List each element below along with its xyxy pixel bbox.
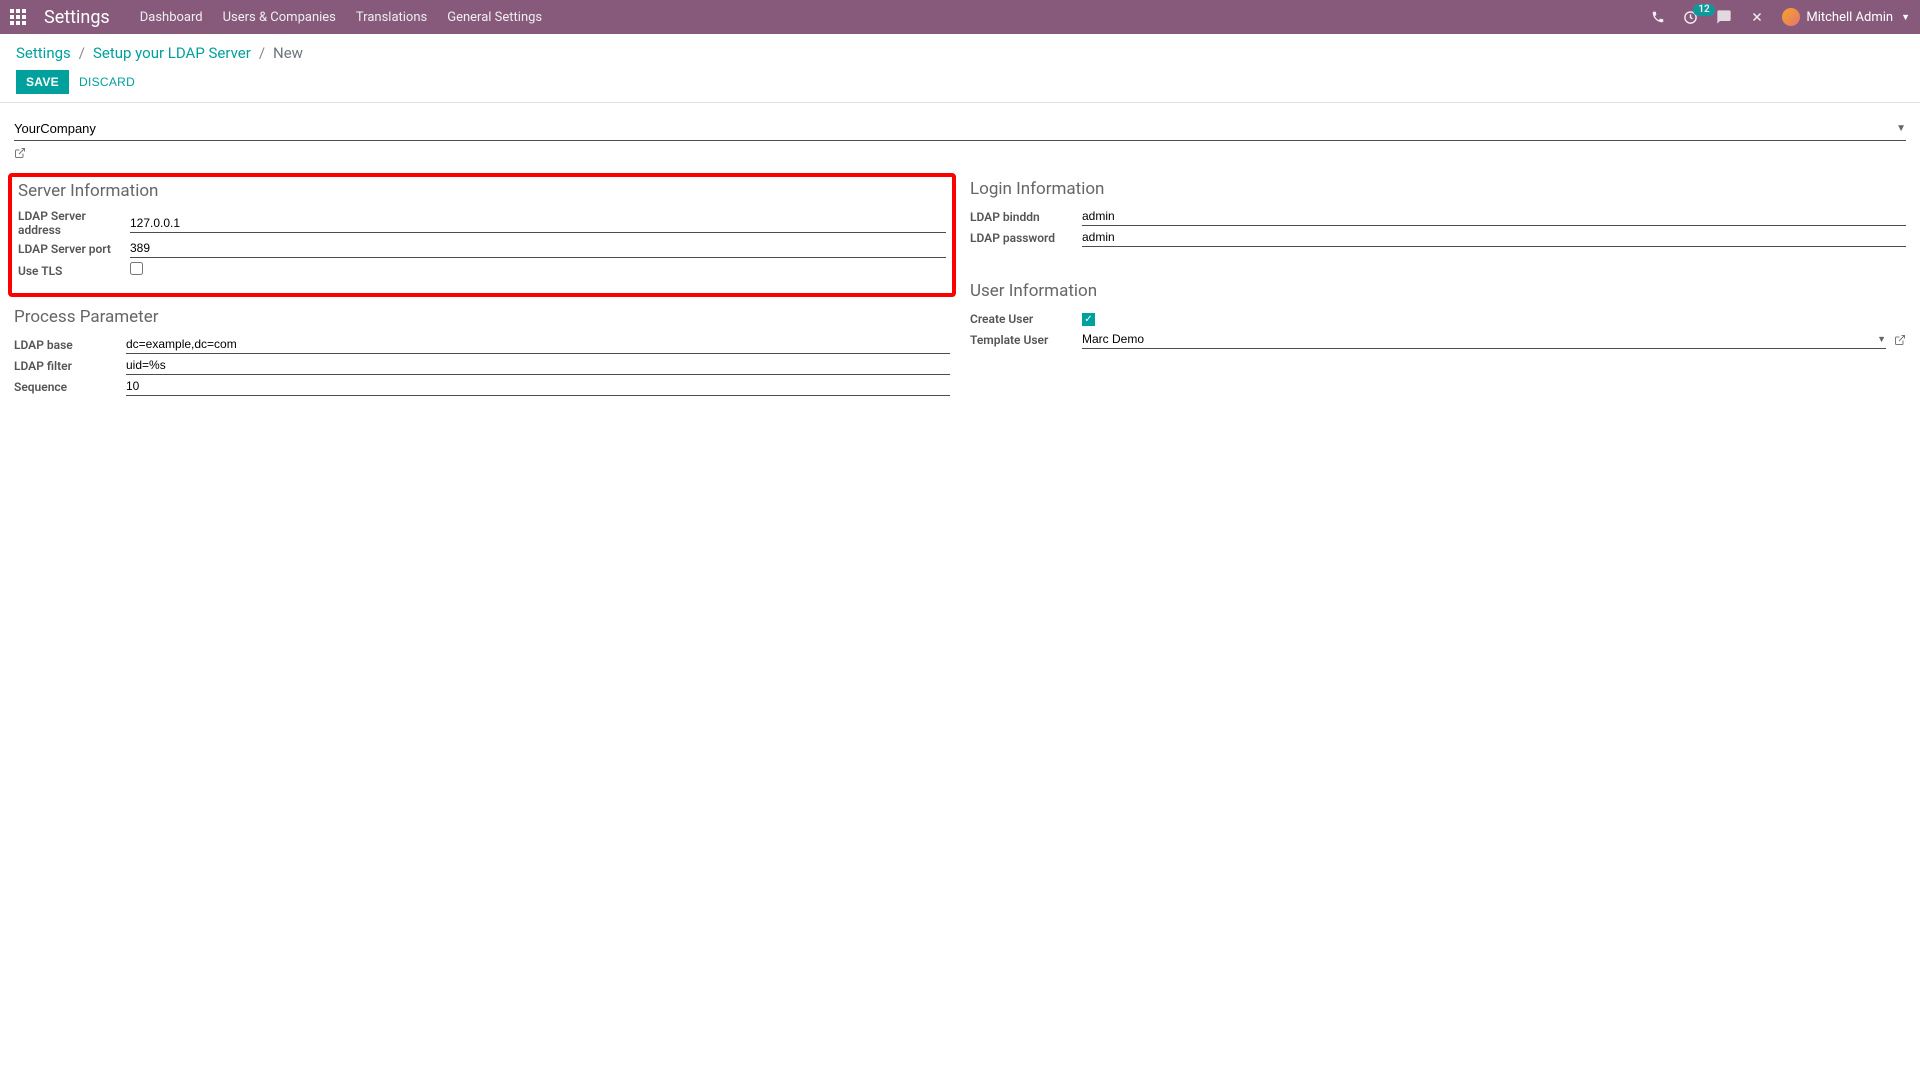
ldap-filter-input[interactable] [126, 358, 950, 372]
navbar-menu: Dashboard Users & Companies Translations… [140, 10, 1652, 25]
ldap-base-label: LDAP base [14, 338, 126, 352]
discard-button[interactable]: DISCARD [79, 75, 135, 89]
ldap-server-address-input[interactable] [130, 216, 946, 230]
control-bar: Settings / Setup your LDAP Server / New … [0, 34, 1920, 103]
ldap-password-input[interactable] [1082, 230, 1906, 244]
process-param-title: Process Parameter [14, 307, 950, 327]
form-sheet: ▼ Server Information LDAP Server address… [0, 103, 1920, 418]
company-field[interactable]: ▼ [14, 117, 1906, 141]
template-user-row: Template User ▼ [970, 330, 1906, 349]
create-user-label: Create User [970, 312, 1082, 326]
breadcrumb-separator: / [259, 44, 265, 62]
ldap-filter-label: LDAP filter [14, 359, 126, 373]
activity-badge: 12 [1693, 4, 1714, 16]
right-column: Login Information LDAP binddn LDAP passw… [970, 177, 1906, 398]
menu-translations[interactable]: Translations [356, 10, 427, 25]
ldap-server-address-label: LDAP Server address [18, 209, 130, 237]
apps-icon[interactable] [10, 9, 26, 25]
chevron-down-icon: ▼ [1901, 12, 1910, 23]
breadcrumb-settings[interactable]: Settings [16, 44, 71, 62]
breadcrumb-current: New [273, 44, 303, 62]
ldap-server-port-label: LDAP Server port [18, 242, 130, 256]
chevron-down-icon[interactable]: ▼ [1896, 123, 1906, 134]
menu-users-companies[interactable]: Users & Companies [223, 10, 336, 25]
menu-general-settings[interactable]: General Settings [447, 10, 542, 25]
sequence-row: Sequence [14, 377, 950, 396]
conversations-icon[interactable] [1716, 9, 1732, 25]
breadcrumb-setup-ldap[interactable]: Setup your LDAP Server [93, 44, 251, 62]
company-input[interactable] [14, 119, 1892, 138]
top-navbar: Settings Dashboard Users & Companies Tra… [0, 0, 1920, 34]
chevron-down-icon[interactable]: ▼ [1877, 334, 1886, 345]
user-avatar-icon [1782, 8, 1800, 26]
template-user-label: Template User [970, 333, 1082, 347]
login-info-title: Login Information [970, 179, 1906, 199]
ldap-binddn-input[interactable] [1082, 209, 1906, 223]
use-tls-row: Use TLS [18, 260, 946, 281]
phone-icon[interactable] [1651, 10, 1665, 24]
form-columns: Server Information LDAP Server address L… [14, 177, 1906, 398]
app-title: Settings [44, 7, 110, 28]
ldap-password-row: LDAP password [970, 228, 1906, 247]
breadcrumb: Settings / Setup your LDAP Server / New [16, 44, 1904, 62]
user-name: Mitchell Admin [1806, 10, 1893, 25]
create-user-checkbox[interactable]: ✓ [1082, 313, 1095, 326]
user-menu[interactable]: Mitchell Admin ▼ [1782, 8, 1910, 26]
ldap-server-address-row: LDAP Server address [18, 209, 946, 237]
save-button[interactable]: SAVE [16, 70, 69, 94]
close-icon[interactable] [1750, 10, 1764, 24]
ldap-filter-row: LDAP filter [14, 356, 950, 375]
action-buttons: SAVE DISCARD [16, 70, 1904, 94]
menu-dashboard[interactable]: Dashboard [140, 10, 203, 25]
ldap-password-label: LDAP password [970, 231, 1082, 245]
navbar-right: 12 Mitchell Admin ▼ [1651, 8, 1910, 26]
ldap-base-row: LDAP base [14, 335, 950, 354]
create-user-row: Create User ✓ [970, 309, 1906, 328]
user-info-title: User Information [970, 281, 1906, 301]
ldap-server-port-row: LDAP Server port [18, 239, 946, 258]
use-tls-label: Use TLS [18, 264, 130, 278]
ldap-base-input[interactable] [126, 337, 950, 351]
server-info-title: Server Information [18, 181, 946, 201]
server-info-highlight: Server Information LDAP Server address L… [8, 173, 956, 297]
sequence-input[interactable] [126, 379, 950, 393]
sequence-label: Sequence [14, 380, 126, 394]
external-link-icon[interactable] [1894, 334, 1906, 346]
left-column: Server Information LDAP Server address L… [14, 177, 950, 398]
breadcrumb-separator: / [79, 44, 85, 62]
use-tls-checkbox[interactable] [130, 262, 143, 275]
ldap-binddn-label: LDAP binddn [970, 210, 1082, 224]
external-link-icon[interactable] [14, 147, 26, 159]
template-user-input[interactable] [1082, 332, 1873, 346]
ldap-binddn-row: LDAP binddn [970, 207, 1906, 226]
activity-icon[interactable]: 12 [1683, 10, 1698, 25]
ldap-server-port-input[interactable] [130, 241, 946, 255]
